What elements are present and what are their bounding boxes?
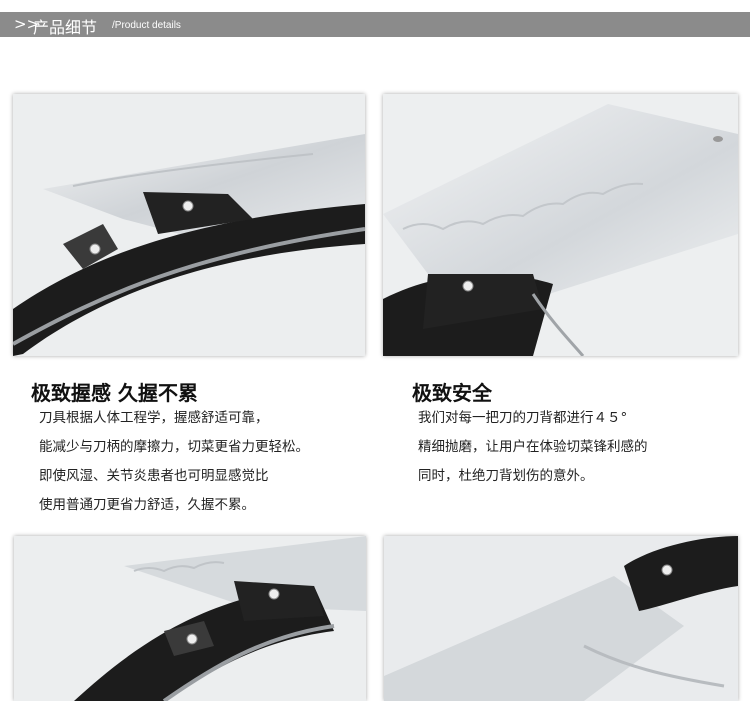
section-2-line: 同时，杜绝刀背划伤的意外。: [418, 468, 594, 484]
section-1-line: 即使风湿、关节炎患者也可明显感觉比: [39, 468, 269, 484]
knife-blade-photo-2: [384, 536, 738, 701]
section-1-line: 使用普通刀更省力舒适，久握不累。: [39, 497, 255, 513]
section-2-body: 我们对每一把刀的刀背都进行４５° 精细抛磨，让用户在体验切菜锋利感的 同时，杜绝…: [418, 404, 648, 491]
section-1-line: 刀具根据人体工程学，握感舒适可靠，: [39, 410, 269, 426]
header-title-en: /Product details: [112, 20, 181, 31]
knife-blade-photo-1: [383, 94, 738, 356]
knife-handle-photo-1: [13, 94, 365, 356]
section-2-heading: 极致安全: [412, 381, 492, 405]
header-title-cn: 产品细节: [33, 18, 98, 37]
section-2-line: 我们对每一把刀的刀背都进行４５°: [418, 410, 628, 426]
section-2-line: 精细抛磨，让用户在体验切菜锋利感的: [418, 439, 648, 455]
section-header-bar: >> 产品细节 /Product details: [0, 12, 750, 37]
section-1-heading: 极致握感 久握不累: [31, 381, 198, 405]
section-1-body: 刀具根据人体工程学，握感舒适可靠， 能减少与刀柄的摩擦力，切菜更省力更轻松。 即…: [39, 404, 309, 520]
knife-handle-photo-2: [14, 536, 366, 701]
section-1-line: 能减少与刀柄的摩擦力，切菜更省力更轻松。: [39, 439, 309, 455]
